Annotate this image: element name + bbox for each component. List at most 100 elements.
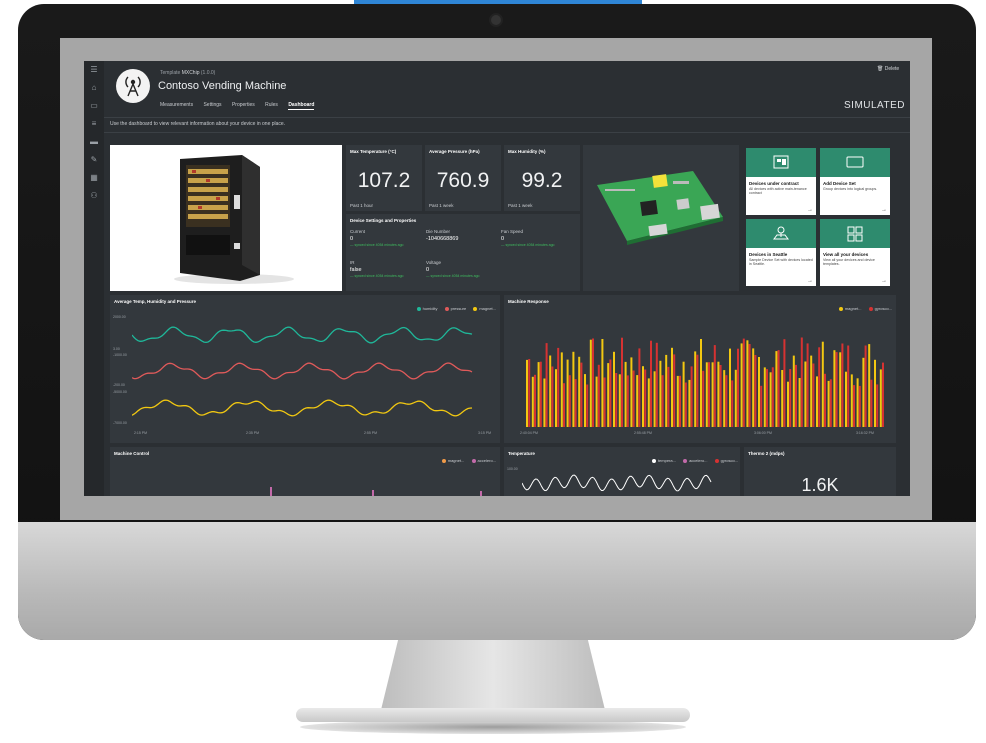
bar-57-1 — [858, 385, 861, 427]
temperature-line — [522, 474, 712, 492]
bar-19-1 — [638, 348, 641, 427]
card-devices-in-seattle[interactable]: Devices in Seattle Sample Device Set wit… — [746, 219, 816, 286]
bar-50-0 — [816, 376, 818, 427]
bar-6-1 — [563, 383, 565, 427]
bar-10-0 — [584, 374, 586, 427]
bar-5-1 — [557, 347, 560, 427]
arrow-right-icon: → — [807, 207, 813, 213]
bar-24-0 — [665, 354, 668, 427]
delete-button[interactable]: 🗑 Delete — [877, 66, 899, 72]
kpi-max-humidity[interactable]: Max Humidity (%) 99.2 Past 1 week — [504, 145, 580, 211]
bar-30-0 — [700, 339, 702, 427]
tab-dashboard[interactable]: Dashboard — [288, 102, 315, 110]
card-devices-under-contract[interactable]: Devices under contract All devices with … — [746, 148, 816, 215]
bar-27-0 — [682, 361, 685, 427]
bar-39-1 — [754, 355, 757, 427]
bar-53-0 — [833, 350, 836, 427]
legend-accelerometer[interactable]: accelero... — [689, 458, 707, 463]
folder-icon[interactable]: ▬ — [89, 137, 99, 147]
legend-accelerometer[interactable]: accelero... — [478, 458, 496, 463]
bar-57-0 — [856, 378, 859, 427]
bar-29-0 — [694, 351, 697, 427]
device-logo-icon — [116, 69, 150, 103]
chart-temp-humidity-pressure[interactable]: Average Temp, Humidity and Pressure humi… — [110, 295, 500, 443]
series-line-0 — [132, 326, 473, 344]
card-add-device-set[interactable]: Add Device Set Group devices into logica… — [820, 148, 890, 215]
bar-36-1 — [737, 348, 739, 427]
bar-7-0 — [566, 359, 569, 427]
bar-2-1 — [539, 361, 542, 427]
chart-temperature[interactable]: Temperature tempera... accelero... gyros… — [504, 447, 740, 496]
bar-5-0 — [555, 369, 557, 427]
bar-53-1 — [835, 352, 838, 427]
kpi-max-temperature[interactable]: Max Temperature (°C) 107.2 Past 1 hour — [346, 145, 422, 211]
bar-60-0 — [874, 359, 876, 427]
prop-sync-note: — synced since 4054 minutes ago — [426, 274, 480, 278]
bar-33-0 — [717, 361, 720, 427]
delete-label: Delete — [884, 66, 900, 72]
bar-13-0 — [601, 339, 604, 427]
chart-title: Machine Response — [508, 299, 549, 304]
legend-gyroscope[interactable]: gyrosco... — [875, 306, 892, 311]
tab-settings[interactable]: Settings — [203, 102, 221, 108]
legend-humidity[interactable]: humidity — [423, 306, 438, 311]
card-description: View all your devices and device templat… — [823, 258, 875, 267]
legend-magnet[interactable]: magnet... — [479, 306, 496, 311]
bar-26-0 — [676, 375, 679, 427]
bar-17-0 — [624, 361, 627, 427]
kpi-title: Max Temperature (°C) — [350, 149, 397, 154]
bar-11-1 — [592, 338, 594, 427]
bar-18-1 — [632, 370, 635, 427]
bar-28-1 — [690, 366, 693, 427]
card-view-all-devices[interactable]: View all your devices View all your devi… — [820, 219, 890, 286]
kpi-title: Average Pressure (hPa) — [429, 149, 480, 154]
legend-gyroscope[interactable]: gyrosco... — [721, 458, 738, 463]
bar-16-1 — [621, 337, 623, 427]
chart-legend: humidity pressure magnet... — [411, 306, 496, 311]
bar-30-1 — [702, 370, 705, 427]
legend-magnet[interactable]: magnet... — [448, 458, 465, 463]
grid-icon[interactable]: ▦ — [89, 173, 99, 183]
device-settings-tile[interactable]: Device Settings and Properties Current 0… — [346, 214, 580, 291]
bar-1-1 — [534, 374, 536, 427]
map-pin-icon — [746, 219, 816, 248]
prop-label: Current — [350, 229, 366, 234]
prop-ir: IR false — synced since 4054 minutes ago — [350, 260, 404, 278]
device-title: Contoso Vending Machine — [158, 80, 287, 92]
bar-6-0 — [560, 352, 563, 427]
menu-icon[interactable]: ☰ — [89, 65, 99, 75]
legend-temperature[interactable]: tempera... — [658, 458, 676, 463]
chart-machine-control[interactable]: Machine Control magnet... accelero... — [110, 447, 500, 496]
card-description: All devices with active main-tenance con… — [749, 187, 807, 196]
kpi-value: 107.2 — [357, 169, 411, 192]
prop-sync-note: — synced since 4054 minutes ago — [350, 243, 404, 247]
breadcrumb-template[interactable]: MXChip — [182, 70, 200, 76]
devices-icon[interactable]: ▭ — [89, 101, 99, 111]
monitor-stand — [380, 640, 606, 714]
chart-machine-response[interactable]: Machine Response magnet... gyrosco... 2:… — [504, 295, 896, 443]
tab-measurements[interactable]: Measurements — [160, 102, 193, 108]
kpi-average-pressure[interactable]: Average Pressure (hPa) 760.9 Past 1 week — [425, 145, 501, 211]
legend-magnet[interactable]: magnet... — [845, 306, 862, 311]
bar-56-1 — [853, 385, 855, 427]
list-icon[interactable]: ≡ — [89, 119, 99, 129]
bar-10-1 — [586, 384, 589, 427]
users-icon[interactable]: ⚇ — [89, 191, 99, 201]
prop-label: Fan Speed — [501, 229, 524, 234]
bar-51-1 — [824, 373, 826, 427]
tab-properties[interactable]: Properties — [232, 102, 255, 108]
bar-44-0 — [781, 370, 784, 427]
home-icon[interactable]: ⌂ — [89, 83, 99, 93]
bar-4-1 — [551, 366, 554, 427]
legend-pressure[interactable]: pressure — [451, 306, 467, 311]
tab-rules[interactable]: Rules — [265, 102, 278, 108]
bar-32-0 — [711, 362, 714, 427]
prop-sync-note: — synced since 4054 minutes ago — [350, 274, 404, 278]
card-title: Add Device Set — [823, 181, 856, 186]
board-image-tile — [583, 145, 739, 291]
kpi-thermo[interactable]: Thermo 2 (mdps) 1.6K — [744, 447, 896, 496]
x-tick: 3:06:00 PM — [754, 431, 772, 435]
chart-bar — [480, 491, 482, 496]
wrench-icon[interactable]: ✎ — [89, 155, 99, 165]
card-description: Sample Device Set with devices located i… — [749, 258, 813, 267]
